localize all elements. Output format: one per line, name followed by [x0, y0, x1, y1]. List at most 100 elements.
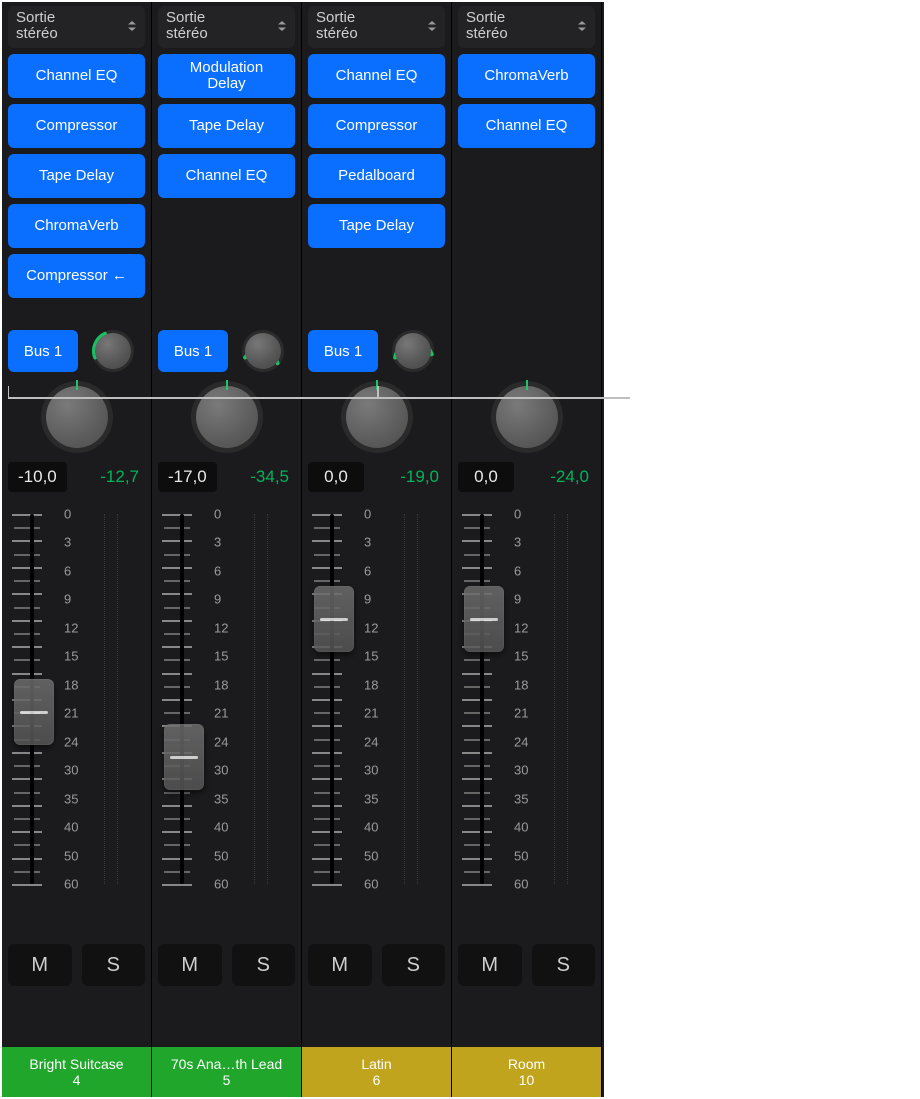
bus-button[interactable]: Bus 1: [8, 330, 78, 372]
send-row: Bus 1: [308, 328, 445, 374]
fader-track[interactable]: [158, 514, 208, 884]
plugin-name: Channel EQ: [186, 168, 268, 185]
track-label[interactable]: 70s Ana…th Lead 5: [152, 1047, 301, 1097]
plugin-slot[interactable]: Compressor ←: [8, 254, 145, 298]
send-knob[interactable]: [242, 330, 284, 372]
track-label[interactable]: Room 10: [452, 1047, 601, 1097]
plugin-slot[interactable]: Channel EQ: [158, 154, 295, 198]
pan-knob[interactable]: [196, 386, 258, 448]
scale-label: 3: [214, 535, 221, 550]
output-selector[interactable]: Sortie stéréo: [458, 6, 595, 48]
level-readout: 0,0 -19,0: [308, 462, 445, 492]
send-knob[interactable]: [92, 330, 134, 372]
bus-button[interactable]: Bus 1: [158, 330, 228, 372]
plugin-slot[interactable]: Tape Delay: [158, 104, 295, 148]
scale-label: 21: [514, 706, 528, 721]
plugin-slot[interactable]: Channel EQ: [308, 54, 445, 98]
scale-label: 18: [364, 677, 378, 692]
pan-knob[interactable]: [46, 386, 108, 448]
send-row: [458, 328, 595, 374]
volume-value[interactable]: 0,0: [308, 462, 364, 492]
scale-label: 18: [514, 677, 528, 692]
scale-label: 15: [364, 649, 378, 664]
plugin-slot[interactable]: ChromaVerb: [458, 54, 595, 98]
fader-cap[interactable]: [164, 724, 204, 790]
solo-button[interactable]: S: [382, 944, 446, 986]
fader-cap[interactable]: [314, 586, 354, 652]
mute-button[interactable]: M: [458, 944, 522, 986]
scale-label: 24: [64, 734, 78, 749]
plugin-slot[interactable]: ChromaVerb: [8, 204, 145, 248]
send-knob[interactable]: [392, 330, 434, 372]
scale-label: 3: [64, 535, 71, 550]
scale-label: 60: [214, 877, 228, 892]
track-number: 5: [223, 1072, 231, 1088]
fader-cap[interactable]: [464, 586, 504, 652]
level-readout: -10,0 -12,7: [8, 462, 145, 492]
scale-label: 12: [64, 620, 78, 635]
solo-button[interactable]: S: [82, 944, 146, 986]
mute-button[interactable]: M: [308, 944, 372, 986]
mute-solo-row: M S: [158, 944, 295, 986]
scale-label: 30: [214, 763, 228, 778]
scale-label: 30: [64, 763, 78, 778]
bus-button[interactable]: Bus 1: [308, 330, 378, 372]
mute-button[interactable]: M: [158, 944, 222, 986]
solo-label: S: [107, 954, 120, 977]
fader-scale: 036912151821243035405060: [514, 514, 548, 884]
track-name: Bright Suitcase: [29, 1056, 123, 1072]
solo-button[interactable]: S: [232, 944, 296, 986]
fader-cap[interactable]: [14, 679, 54, 745]
mute-solo-row: M S: [8, 944, 145, 986]
volume-value[interactable]: -17,0: [158, 462, 217, 492]
bus-label: Bus 1: [24, 343, 62, 360]
output-label: Sortie stéréo: [16, 10, 58, 43]
plugin-slot[interactable]: Compressor: [308, 104, 445, 148]
fader-track[interactable]: [308, 514, 358, 884]
track-label[interactable]: Bright Suitcase 4: [2, 1047, 151, 1097]
fader-area: 036912151821243035405060: [8, 514, 145, 884]
send-row: Bus 1: [8, 328, 145, 374]
scale-label: 9: [64, 592, 71, 607]
output-label: Sortie stéréo: [316, 10, 358, 43]
pan-indicator: [76, 380, 78, 390]
plugin-slot[interactable]: ModulationDelay: [158, 54, 295, 98]
channel-strip: Sortie stéréo ModulationDelay Tape Delay C…: [152, 2, 302, 1097]
plugin-slot[interactable]: Tape Delay: [308, 204, 445, 248]
plugin-slot[interactable]: Tape Delay: [8, 154, 145, 198]
track-name: Room: [508, 1056, 545, 1072]
plugin-slot[interactable]: Pedalboard: [308, 154, 445, 198]
plugin-name: Compressor: [36, 118, 118, 135]
volume-value[interactable]: 0,0: [458, 462, 514, 492]
fader-track[interactable]: [8, 514, 58, 884]
output-selector[interactable]: Sortie stéréo: [308, 6, 445, 48]
fader-area: 036912151821243035405060: [458, 514, 595, 884]
scale-label: 6: [514, 563, 521, 578]
scale-label: 9: [364, 592, 371, 607]
output-selector[interactable]: Sortie stéréo: [8, 6, 145, 48]
solo-button[interactable]: S: [532, 944, 596, 986]
peak-value: -12,7: [77, 462, 145, 492]
plugin-slot[interactable]: Channel EQ: [8, 54, 145, 98]
scale-label: 50: [64, 848, 78, 863]
plugin-name: Tape Delay: [189, 118, 264, 135]
level-meter: [554, 514, 568, 884]
scale-label: 21: [64, 706, 78, 721]
plugin-slot[interactable]: Compressor: [8, 104, 145, 148]
track-label[interactable]: Latin 6: [302, 1047, 451, 1097]
pan-knob[interactable]: [346, 386, 408, 448]
level-readout: 0,0 -24,0: [458, 462, 595, 492]
level-meter: [404, 514, 418, 884]
fader-scale: 036912151821243035405060: [214, 514, 248, 884]
volume-value[interactable]: -10,0: [8, 462, 67, 492]
scale-label: 60: [64, 877, 78, 892]
mute-button[interactable]: M: [8, 944, 72, 986]
scale-label: 60: [364, 877, 378, 892]
fader-track[interactable]: [458, 514, 508, 884]
output-selector[interactable]: Sortie stéréo: [158, 6, 295, 48]
scale-label: 18: [64, 677, 78, 692]
plugin-slot[interactable]: Channel EQ: [458, 104, 595, 148]
pan-knob[interactable]: [496, 386, 558, 448]
scale-label: 50: [214, 848, 228, 863]
bus-label: Bus 1: [324, 343, 362, 360]
